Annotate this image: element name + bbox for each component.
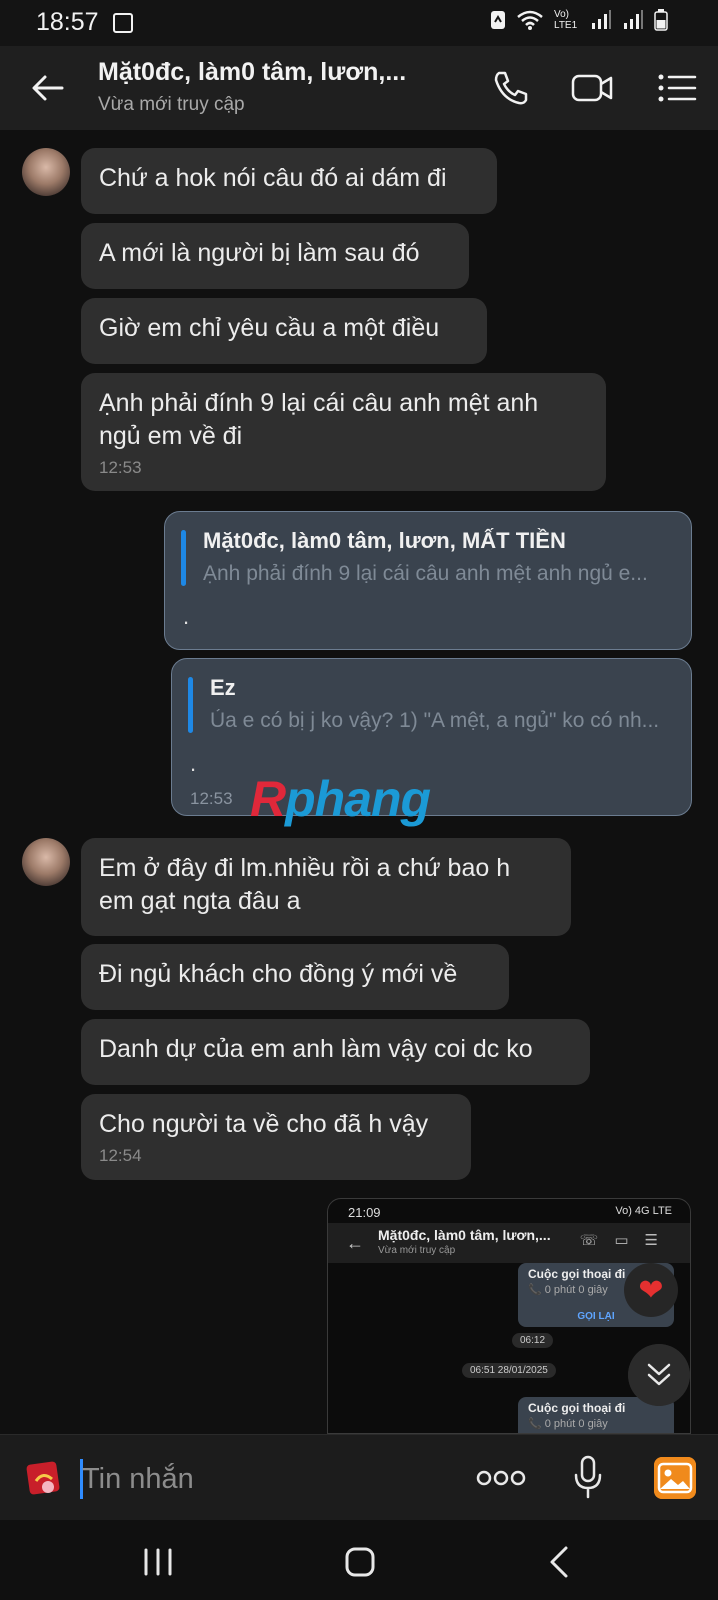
signal-icon-2 xyxy=(624,10,643,29)
quote-text: Ạnh phải đính 9 lại cái câu anh mệt anh … xyxy=(203,562,648,585)
contact-avatar[interactable] xyxy=(22,148,70,196)
system-nav-bar xyxy=(0,1520,718,1600)
watermark-part: R xyxy=(250,771,286,827)
message-text-line: em gạt ngta đâu a xyxy=(99,887,301,915)
quote-sender: Ez xyxy=(210,675,236,700)
watermark-logo: Rphang xyxy=(250,770,431,828)
message-bubble[interactable]: Chứ a hok nói câu đó ai dám đi xyxy=(81,148,497,214)
message-text: A mới là người bị làm sau đó xyxy=(99,239,420,267)
chat-title[interactable]: Mặt0đc, làm0 tâm, lươn,... xyxy=(98,58,406,87)
image-status-icons: Vo) 4G LTE xyxy=(615,1205,672,1217)
status-bar: 18:57 Vo) LTE1 xyxy=(0,0,718,46)
message-bubble[interactable]: Ạnh phải đính 9 lại cái câu anh mệt anh … xyxy=(81,373,606,491)
image-call-duration: 📞 0 phút 0 giây xyxy=(528,1284,608,1296)
chat-subtitle: Vừa mới truy cập xyxy=(98,94,245,115)
more-dots-icon[interactable] xyxy=(476,1463,526,1493)
battery-icon xyxy=(654,9,668,31)
message-text: Cho người ta về cho đã h vậy xyxy=(99,1110,429,1138)
recent-apps-icon[interactable] xyxy=(138,1544,178,1580)
message-input[interactable] xyxy=(82,1459,442,1499)
image-header-icons: ☏▭☰ xyxy=(579,1232,674,1249)
sticker-icon[interactable] xyxy=(26,1459,64,1497)
gallery-notification-icon xyxy=(113,13,133,33)
message-text: Chứ a hok nói câu đó ai dám đi xyxy=(99,164,447,192)
message-time: 12:53 xyxy=(99,458,142,477)
reply-message-bubble[interactable]: Mặt0đc, làm0 tâm, lươn, MẤT TIỀN Ạnh phả… xyxy=(164,511,692,650)
double-chevron-down-icon[interactable] xyxy=(628,1344,690,1406)
message-bubble[interactable]: A mới là người bị làm sau đó xyxy=(81,223,469,289)
microphone-icon[interactable] xyxy=(572,1455,604,1499)
home-icon[interactable] xyxy=(340,1544,380,1580)
message-text: Giờ em chỉ yêu cầu a một điều xyxy=(99,314,440,342)
message-bubble[interactable]: Em ở đây đi lm.nhiều rồi a chứ bao h em … xyxy=(81,838,571,936)
status-time: 18:57 xyxy=(36,8,99,36)
image-call-title: Cuộc gọi thoại đi xyxy=(528,1401,626,1415)
image-chat-subtitle: Vừa mới truy cập xyxy=(378,1245,456,1256)
message-text: Danh dự của em anh làm vậy coi dc ko xyxy=(99,1035,533,1063)
signal-icon xyxy=(592,10,611,29)
phone-icon[interactable] xyxy=(490,68,532,108)
image-message-time: 06:12 xyxy=(512,1333,554,1348)
wifi-icon xyxy=(517,10,543,30)
image-back-icon: ← xyxy=(346,1233,364,1253)
image-chat-header: ← Mặt0đc, làm0 tâm, lươn,... Vừa mới tru… xyxy=(328,1223,690,1263)
list-menu-icon[interactable] xyxy=(657,68,699,108)
chat-header: Mặt0đc, làm0 tâm, lươn,... Vừa mới truy … xyxy=(0,46,718,130)
message-time: 12:54 xyxy=(99,1146,142,1165)
quote-bar xyxy=(188,677,193,733)
quote-sender: Mặt0đc, làm0 tâm, lươn, MẤT TIỀN xyxy=(203,528,566,553)
message-bubble[interactable]: Giờ em chỉ yêu cầu a một điều xyxy=(81,298,487,364)
quote-text: Ủa e có bị j ko vậy? 1) "A mệt, a ngủ" k… xyxy=(210,709,660,732)
message-bubble[interactable]: Cho người ta về cho đã h vậy 12:54 xyxy=(81,1094,471,1180)
image-status-time: 21:09 xyxy=(348,1205,381,1220)
image-call-title: Cuộc gọi thoại đi xyxy=(528,1267,626,1281)
message-bubble[interactable]: Danh dự của em anh làm vậy coi dc ko xyxy=(81,1019,590,1085)
status-icons: Vo) LTE1 xyxy=(490,9,668,31)
message-text: . xyxy=(183,604,190,629)
contact-avatar[interactable] xyxy=(22,838,70,886)
watermark-part: phang xyxy=(285,771,431,827)
back-nav-icon[interactable] xyxy=(540,1544,580,1580)
network-label: Vo) LTE1 xyxy=(554,9,578,31)
heart-reaction-icon[interactable]: ❤ xyxy=(624,1263,678,1317)
message-bubble[interactable]: Đi ngủ khách cho đồng ý mới về xyxy=(81,944,509,1010)
video-camera-icon[interactable] xyxy=(571,68,613,108)
image-message[interactable]: 21:09 Vo) 4G LTE ← Mặt0đc, làm0 tâm, lươ… xyxy=(327,1198,691,1434)
message-text-line: Ạnh phải đính 9 lại cái câu anh mệt anh xyxy=(99,389,539,417)
image-chat-title: Mặt0đc, làm0 tâm, lươn,... xyxy=(378,1227,551,1243)
sync-icon xyxy=(491,11,505,29)
message-composer xyxy=(0,1434,718,1520)
quote-bar xyxy=(181,530,186,586)
message-text: Đi ngủ khách cho đồng ý mới về xyxy=(99,960,458,988)
message-text-line: Em ở đây đi lm.nhiều rồi a chứ bao h xyxy=(99,854,511,882)
message-time: 12:53 xyxy=(190,789,233,808)
message-text: . xyxy=(190,751,197,776)
image-date-pill: 06:51 28/01/2025 xyxy=(462,1363,556,1378)
back-arrow-icon[interactable] xyxy=(28,68,68,108)
message-text-line: ngủ em về đi xyxy=(99,422,243,450)
gallery-icon[interactable] xyxy=(654,1457,696,1499)
image-call-duration: 📞 0 phút 0 giây xyxy=(528,1418,608,1430)
